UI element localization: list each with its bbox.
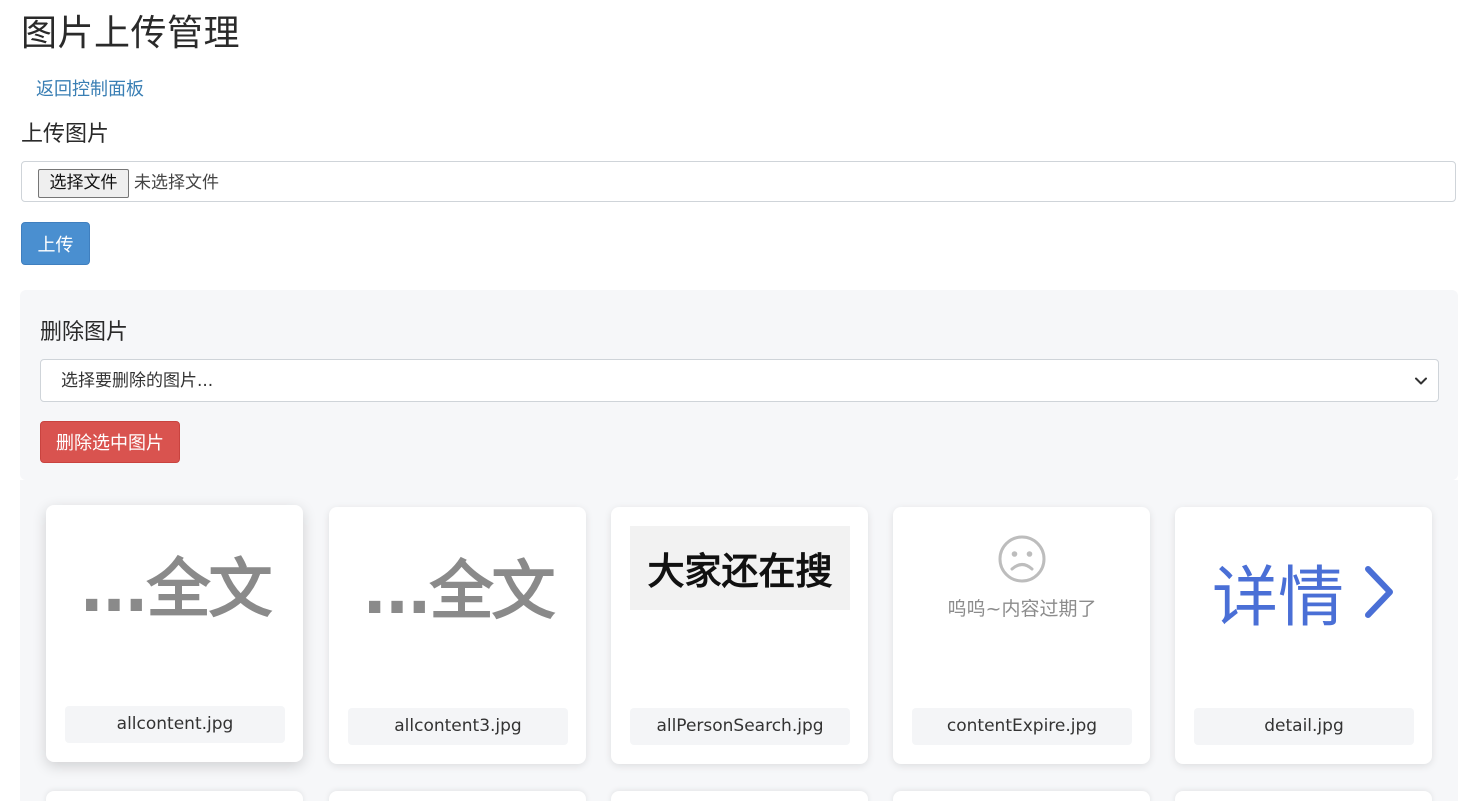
chevron-down-icon [1415,377,1427,385]
file-input[interactable]: 选择文件 未选择文件 [21,161,1456,202]
delete-selected-button[interactable]: 删除选中图片 [40,421,180,463]
delete-image-select[interactable]: 选择要删除的图片... [40,359,1439,402]
image-gallery: ...全文 allcontent.jpg ...全文 allcontent3.j… [20,480,1458,801]
thumb-text: 详情 [1212,559,1344,636]
image-upload-admin-page: 图片上传管理 返回控制面板 上传图片 选择文件 未选择文件 上传 删除图片 选择… [0,0,1474,801]
file-status-text: 未选择文件 [134,173,219,193]
image-filename: contentExpire.jpg [912,708,1132,745]
image-filename: allcontent3.jpg [348,708,568,745]
upload-section-heading: 上传图片 [21,122,110,147]
image-card[interactable] [46,791,303,801]
image-card[interactable]: ...全文 allcontent3.jpg [329,507,586,764]
image-card[interactable]: 大家还在搜 allPersonSearch.jpg [611,507,868,764]
choose-file-button[interactable]: 选择文件 [38,169,129,198]
image-thumbnail: 大家还在搜 [630,526,850,676]
image-filename: detail.jpg [1194,708,1414,745]
image-thumbnail: 呜呜~内容过期了 [912,526,1132,676]
image-card[interactable] [1175,791,1432,801]
thumb-text: 大家还在搜 [647,550,833,593]
image-card[interactable]: ...全文 allcontent.jpg [46,505,303,762]
thumb-text: 呜呜~内容过期了 [947,598,1097,620]
image-card[interactable]: 呜呜~内容过期了 contentExpire.jpg [893,507,1150,764]
image-thumbnail: ...全文 [348,526,568,676]
image-filename: allcontent.jpg [65,706,285,743]
sad-face-icon [998,535,1046,583]
select-value: 选择要删除的图片... [61,371,214,391]
thumb-banner: 大家还在搜 [630,526,850,610]
image-filename: allPersonSearch.jpg [630,708,850,745]
thumb-text: ...全文 [362,555,556,629]
chevron-right-icon [1365,566,1393,618]
delete-panel: 删除图片 选择要删除的图片... 删除选中图片 [20,290,1458,480]
image-card[interactable]: 详情 detail.jpg [1175,507,1432,764]
image-card[interactable] [611,791,868,801]
thumb-text: ...全文 [79,553,273,627]
upload-button[interactable]: 上传 [21,222,90,265]
image-card[interactable] [893,791,1150,801]
back-to-dashboard-link[interactable]: 返回控制面板 [36,78,144,102]
image-thumbnail: 详情 [1194,526,1414,676]
image-thumbnail: ...全文 [65,524,285,674]
delete-section-heading: 删除图片 [40,320,129,345]
page-title: 图片上传管理 [21,13,241,54]
image-card[interactable] [329,791,586,801]
